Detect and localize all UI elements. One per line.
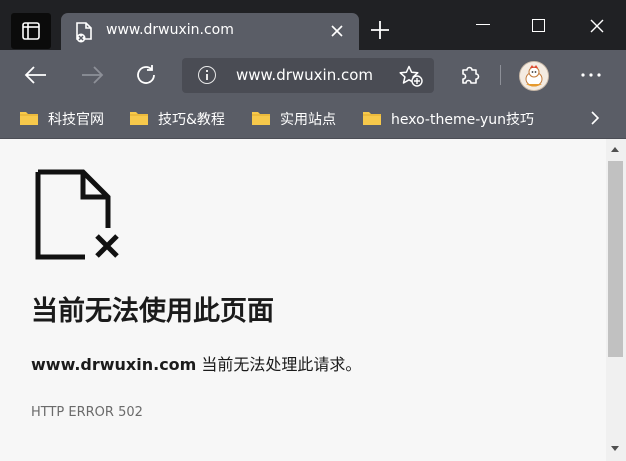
bookmark-label: 技巧&教程 [158,112,225,128]
chevron-right-icon[interactable] [589,110,601,126]
forward-icon [82,66,104,84]
tab-actions-button[interactable] [11,13,51,49]
title-bar: www.drwuxin.com [0,0,626,50]
profile-avatar[interactable] [519,61,549,91]
new-tab-icon[interactable] [369,19,391,41]
close-window-icon[interactable] [590,19,604,33]
error-heading: 当前无法使用此页面 [31,296,274,327]
folder-icon [130,112,148,125]
tab-title: www.drwuxin.com [106,22,234,38]
bookmark-label: 科技官网 [48,112,104,128]
toolbar-divider [500,65,501,85]
scroll-up-icon[interactable] [611,147,619,152]
address-bar[interactable]: www.drwuxin.com [182,58,434,93]
minimize-icon[interactable] [476,24,490,25]
error-message-text: 当前无法处理此请求。 [196,355,362,374]
bookmark-label: 实用站点 [280,112,336,128]
error-host: www.drwuxin.com [31,355,197,374]
extensions-icon[interactable] [459,64,481,86]
favorites-bar: 科技官网 技巧&教程 实用站点 hexo-theme-yun技巧 [0,100,626,139]
bookmark-label: hexo-theme-yun技巧 [391,112,535,128]
tab-active[interactable]: www.drwuxin.com [61,13,359,50]
folder-icon [20,112,38,125]
avatar-image-icon [520,62,548,90]
broken-page-favicon-icon [76,22,92,43]
tab-actions-icon [22,22,40,40]
address-url[interactable]: www.drwuxin.com [236,66,373,84]
folder-icon [252,112,270,125]
maximize-icon[interactable] [532,19,545,32]
navigation-toolbar: www.drwuxin.com [0,50,626,100]
vertical-scrollbar[interactable] [606,139,626,461]
refresh-icon[interactable] [135,64,157,86]
back-icon[interactable] [24,65,48,85]
favorite-add-icon[interactable] [399,65,423,87]
scroll-down-icon[interactable] [611,446,619,451]
info-icon[interactable] [198,66,216,84]
page-content: 当前无法使用此页面 www.drwuxin.com 当前无法处理此请求。 HTT… [0,139,606,461]
error-code: HTTP ERROR 502 [31,405,143,420]
tab-close-icon[interactable] [330,24,344,38]
more-icon[interactable] [581,73,601,77]
error-message: www.drwuxin.com 当前无法处理此请求。 [31,351,361,375]
scroll-thumb[interactable] [608,161,623,357]
broken-file-icon [35,169,119,260]
folder-icon [363,112,381,125]
